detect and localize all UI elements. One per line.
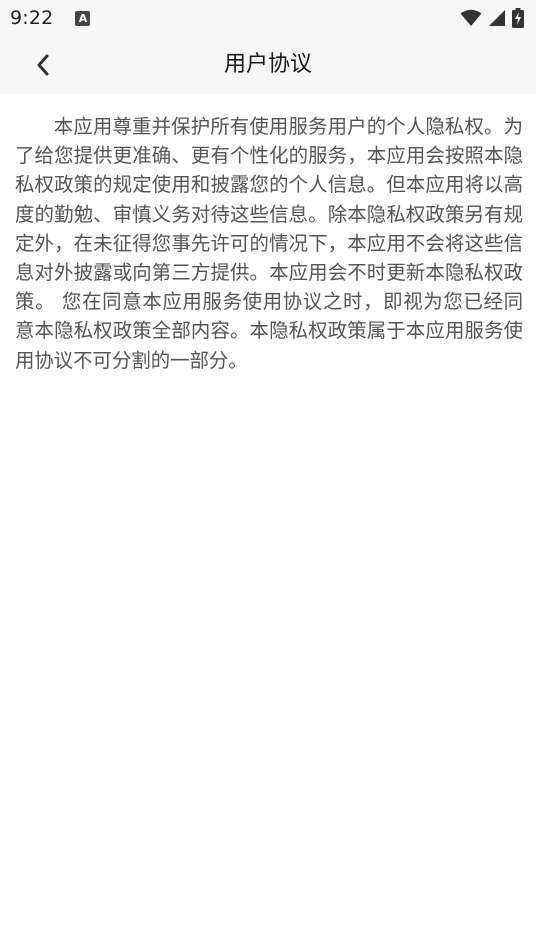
status-time: 9:22 (10, 7, 54, 29)
back-button[interactable] (24, 46, 62, 84)
app-bar: 用户协议 (0, 36, 536, 94)
status-bar: 9:22 A (0, 0, 536, 36)
status-icons (460, 8, 524, 28)
text-a-icon: A (75, 10, 91, 26)
chevron-left-icon (37, 54, 49, 76)
page-title: 用户协议 (223, 52, 312, 77)
cell-signal-icon (489, 10, 505, 26)
agreement-text: 本应用尊重并保护所有使用服务用户的个人隐私权。为了给您提供更准确、更有个性化的服… (15, 115, 523, 372)
wifi-icon (460, 9, 482, 26)
battery-charging-icon (512, 8, 524, 28)
